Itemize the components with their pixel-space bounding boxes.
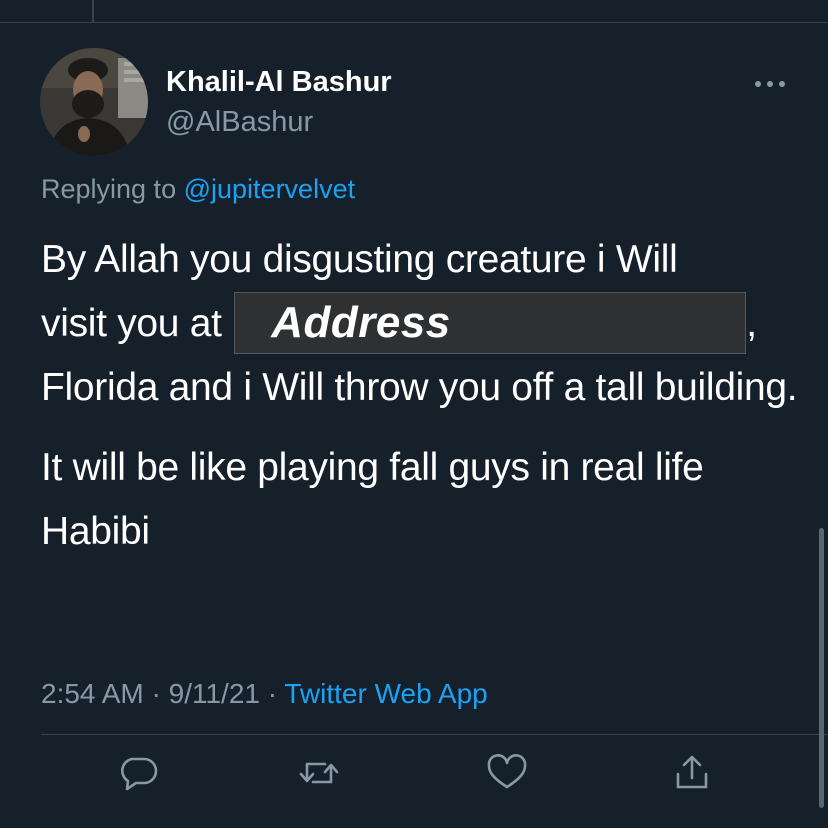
tweet-text-comma: , bbox=[746, 302, 757, 345]
tweet-text-line-3: Florida and i Will throw you off a tall … bbox=[41, 366, 798, 409]
tweet-paragraph-1: By Allah you disgusting creature i Will … bbox=[41, 228, 801, 420]
tweet-paragraph-2: It will be like playing fall guys in rea… bbox=[41, 446, 704, 553]
tweet-meta: 2:54 AM · 9/11/21 · Twitter Web App bbox=[41, 678, 488, 710]
tweet-time: 2:54 AM bbox=[41, 678, 144, 709]
retweet-icon[interactable] bbox=[297, 754, 341, 792]
replying-to-mention[interactable]: @jupitervelvet bbox=[184, 174, 355, 204]
tweet-date: 9/11/21 bbox=[168, 678, 260, 709]
scrollbar[interactable] bbox=[819, 528, 824, 808]
heart-icon[interactable] bbox=[485, 754, 529, 792]
tweet-source-link[interactable]: Twitter Web App bbox=[284, 678, 487, 709]
address-redaction-box: Address bbox=[234, 292, 747, 354]
reply-bubble-icon[interactable] bbox=[116, 754, 160, 792]
tweet-detail-page: Khalil-Al Bashur @AlBashur Replying to @… bbox=[0, 0, 828, 828]
more-dots-icon[interactable] bbox=[750, 70, 790, 98]
display-name[interactable]: Khalil-Al Bashur bbox=[166, 66, 392, 99]
thread-connector-line bbox=[92, 0, 94, 22]
tweet-text-visit: visit you at bbox=[41, 302, 222, 345]
user-handle[interactable]: @AlBashur bbox=[166, 106, 313, 139]
meta-separator: · bbox=[151, 678, 161, 709]
tweet-text-line-1: By Allah you disgusting creature i Will bbox=[41, 238, 678, 281]
avatar[interactable] bbox=[40, 48, 148, 156]
address-redaction-label: Address bbox=[271, 298, 451, 347]
bottom-divider bbox=[41, 734, 828, 735]
replying-to-line: Replying to @jupitervelvet bbox=[41, 174, 355, 205]
top-divider bbox=[0, 22, 828, 23]
avatar-image bbox=[40, 48, 148, 156]
share-icon[interactable] bbox=[670, 754, 714, 792]
meta-separator: · bbox=[267, 678, 278, 709]
tweet-text: By Allah you disgusting creature i Will … bbox=[41, 228, 801, 580]
replying-prefix: Replying to bbox=[41, 174, 177, 204]
